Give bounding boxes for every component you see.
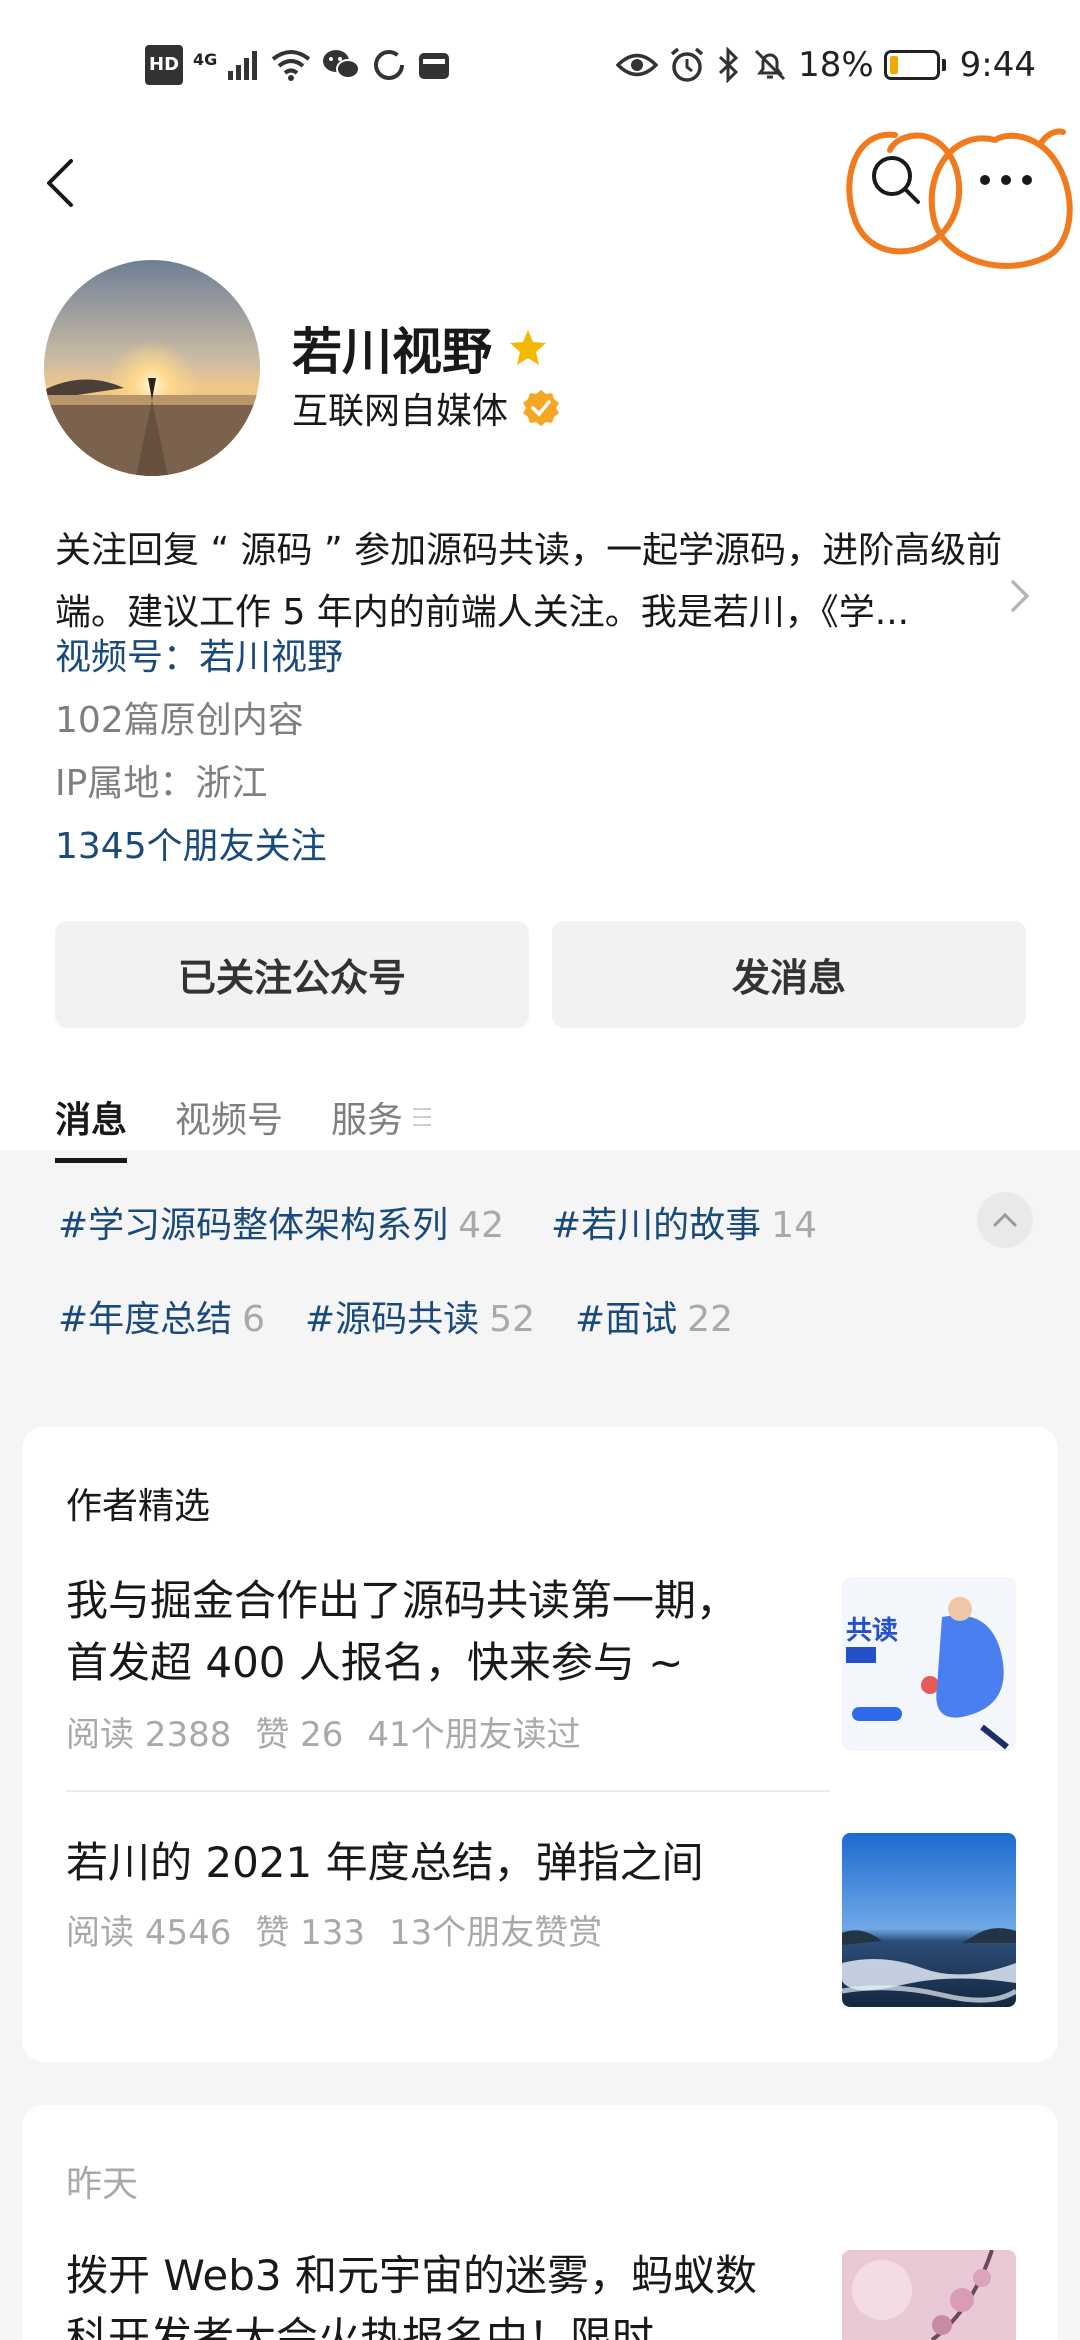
- article-thumbnail: [842, 1833, 1016, 2007]
- wifi-icon: [271, 45, 311, 85]
- menu-lines-icon: [413, 1108, 432, 1126]
- article-title: 若川的 2021 年度总结，弹指之间: [66, 1832, 826, 1894]
- day-label: 昨天: [66, 2164, 139, 2205]
- tag-count: 22: [687, 1299, 733, 1340]
- original-count[interactable]: 102篇原创内容: [55, 691, 304, 743]
- article-thumbnail: [842, 2250, 1016, 2340]
- tag-label: #面试: [575, 1299, 678, 1340]
- wechat-icon: [321, 45, 361, 85]
- bluetooth-icon: [716, 45, 742, 85]
- article-title: 我与掘金合作出了源码共读第一期， 首发超 400 人报名，快来参与 ~: [66, 1570, 826, 1694]
- battery-icon: [883, 50, 946, 80]
- divider: [66, 1790, 830, 1792]
- profile-type-row: 互联网自媒体: [292, 382, 560, 434]
- article-title-line: 若川的 2021 年度总结，弹指之间: [66, 1838, 704, 1887]
- tab-label: 消息: [55, 1100, 128, 1141]
- article-meta: 阅读 2388 赞 26 41个朋友读过: [66, 1707, 581, 1756]
- network-type-label: 4G: [193, 49, 218, 69]
- tag-chip[interactable]: #学习源码整体架构系列 42: [58, 1196, 504, 1248]
- tag-label: #源码共读: [305, 1299, 480, 1340]
- more-dots-icon: [980, 175, 1032, 185]
- tag-chip[interactable]: #若川的故事 14: [551, 1196, 817, 1248]
- signal-icon: [227, 45, 261, 85]
- friends-read: 41个朋友读过: [367, 1715, 581, 1755]
- ip-location: IP属地：浙江: [55, 763, 268, 804]
- tag-label: #若川的故事: [551, 1205, 762, 1246]
- profile-bio[interactable]: 关注回复 “ 源码 ” 参加源码共读，一起学源码，进阶高级前 端。建议工作 5 …: [55, 520, 1015, 644]
- tag-chip[interactable]: #面试 22: [575, 1290, 733, 1342]
- recent-card: 昨天 拨开 Web3 和元宇宙的迷雾，蚂蚁数 科开发者大会火热报名中！限时...: [22, 2105, 1058, 2340]
- tag-chip[interactable]: #源码共读 52: [305, 1290, 535, 1342]
- profile-name-row: 若川视野: [292, 312, 548, 384]
- tab-label: 视频号: [175, 1100, 284, 1141]
- friends-tip: 13个朋友赞赏: [389, 1913, 603, 1953]
- loading-icon: [371, 45, 407, 85]
- like-count: 赞 26: [255, 1715, 344, 1755]
- verified-badge-icon: [522, 389, 560, 427]
- featured-title: 作者精选: [66, 1486, 211, 1527]
- send-message-button[interactable]: 发消息: [552, 921, 1026, 1028]
- tag-count: 14: [771, 1205, 817, 1246]
- tag-label: #学习源码整体架构系列: [58, 1205, 449, 1246]
- top-nav: [0, 128, 1080, 269]
- tag-label: #年度总结: [58, 1299, 233, 1340]
- clock: 9:44: [959, 45, 1036, 85]
- tab-services[interactable]: 服务: [331, 1085, 432, 1149]
- chevron-up-icon: [993, 1213, 1017, 1227]
- article-thumbnail: 共读: [842, 1577, 1016, 1751]
- tag-chip[interactable]: #年度总结 6: [58, 1290, 265, 1342]
- tab-channel[interactable]: 视频号: [175, 1085, 283, 1149]
- like-count: 赞 133: [255, 1913, 366, 1953]
- star-icon: [510, 330, 546, 365]
- bio-line-1: 关注回复 “ 源码 ” 参加源码共读，一起学源码，进阶高级前: [55, 530, 1003, 571]
- featured-card: 作者精选 我与掘金合作出了源码共读第一期， 首发超 400 人报名，快来参与 ~…: [22, 1427, 1058, 2062]
- article-meta: 阅读 4546 赞 133 13个朋友赞赏: [66, 1905, 602, 1954]
- tag-count: 6: [242, 1299, 266, 1340]
- channel-link[interactable]: 视频号：若川视野: [55, 628, 343, 680]
- followed-button[interactable]: 已关注公众号: [55, 921, 529, 1028]
- article-title-line: 拨开 Web3 和元宇宙的迷雾，蚂蚁数: [66, 2251, 757, 2300]
- chevron-right-icon[interactable]: [1005, 576, 1035, 616]
- article-title-line: 科开发者大会火热报名中！限时...: [66, 2313, 695, 2340]
- alarm-icon: [668, 45, 706, 85]
- read-count: 阅读 4546: [66, 1913, 232, 1953]
- collapse-tags-button[interactable]: [977, 1192, 1033, 1248]
- tag-count: 52: [489, 1299, 535, 1340]
- battery-level-fill: [889, 56, 898, 74]
- status-bar: HD 4G 18% 9:44: [0, 0, 1080, 130]
- profile-type: 互联网自媒体: [292, 391, 509, 432]
- article-title-line: 首发超 400 人报名，快来参与 ~: [66, 1638, 684, 1687]
- eye-icon: [616, 45, 659, 85]
- search-button[interactable]: [862, 142, 930, 218]
- back-button[interactable]: [30, 148, 90, 218]
- huawei-icon: [417, 45, 451, 85]
- profile-name: 若川视野: [292, 323, 492, 381]
- mute-icon: [752, 45, 788, 85]
- search-icon: [872, 156, 920, 204]
- battery-percent: 18%: [798, 45, 874, 85]
- hd-icon: HD: [145, 45, 184, 85]
- thumb-text: 共读: [846, 1615, 898, 1645]
- article-title-line: 我与掘金合作出了源码共读第一期，: [66, 1576, 739, 1625]
- more-button[interactable]: [966, 142, 1046, 218]
- tab-bar: 消息 视频号 服务: [55, 1085, 432, 1175]
- back-arrow-icon: [47, 159, 73, 207]
- read-count: 阅读 2388: [66, 1715, 232, 1755]
- tab-messages[interactable]: 消息: [55, 1085, 128, 1163]
- avatar[interactable]: [44, 260, 260, 476]
- article-title: 拨开 Web3 和元宇宙的迷雾，蚂蚁数 科开发者大会火热报名中！限时...: [66, 2245, 826, 2340]
- tab-label: 服务: [331, 1100, 404, 1141]
- friends-follow-link[interactable]: 1345个朋友关注: [55, 817, 327, 869]
- tag-count: 42: [458, 1205, 504, 1246]
